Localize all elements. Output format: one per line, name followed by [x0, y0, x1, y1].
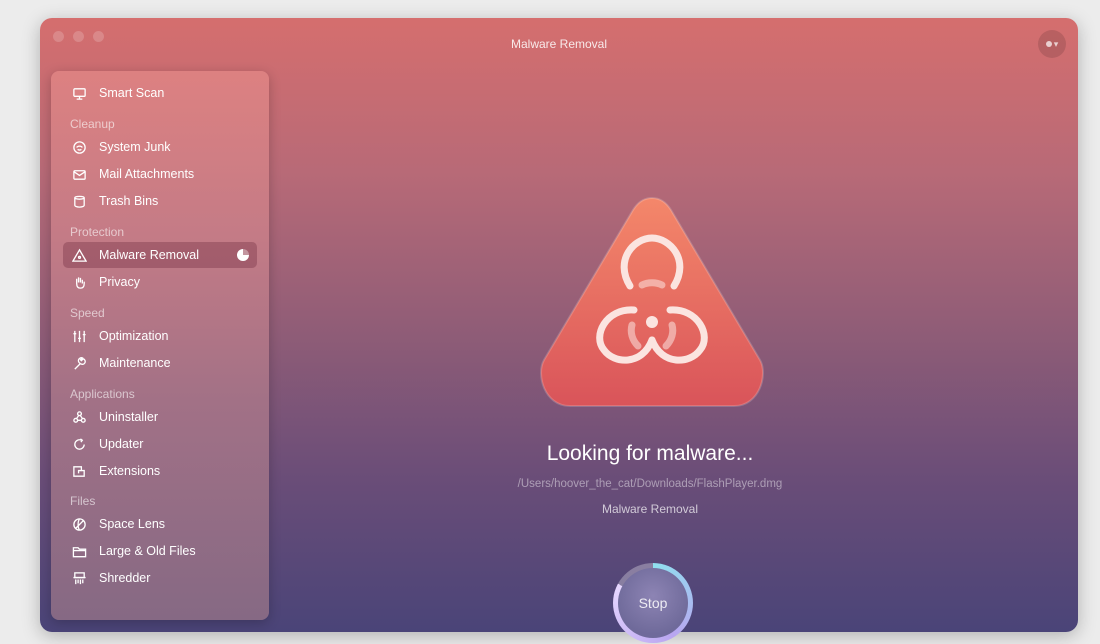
sidebar-item-malware-removal[interactable]: Malware Removal — [63, 242, 257, 268]
app-window: Malware Removal ▾ Looking for malware...… — [40, 18, 1078, 632]
sidebar-item-label: Large & Old Files — [99, 544, 196, 558]
sidebar: Smart Scan Cleanup System Junk Mail Atta… — [51, 71, 269, 620]
wrench-icon — [71, 355, 87, 371]
sidebar-item-trash-bins[interactable]: Trash Bins — [63, 188, 257, 214]
chevron-down-icon: ▾ — [1053, 38, 1059, 49]
lens-icon — [71, 516, 87, 532]
sliders-icon — [71, 328, 87, 344]
sidebar-item-space-lens[interactable]: Space Lens — [63, 511, 257, 537]
window-title: Malware Removal — [510, 37, 608, 51]
sidebar-item-updater[interactable]: Updater — [63, 431, 257, 457]
mail-icon — [71, 166, 87, 182]
sidebar-item-label: Mail Attachments — [99, 167, 195, 181]
sidebar-item-label: Maintenance — [99, 356, 171, 370]
shredder-icon — [71, 570, 87, 586]
sidebar-item-label: Optimization — [99, 329, 169, 343]
sidebar-item-label: Uninstaller — [99, 410, 159, 424]
sidebar-item-system-junk[interactable]: System Junk — [63, 134, 257, 160]
trash-icon — [71, 193, 87, 209]
monitor-icon — [71, 85, 87, 101]
sidebar-item-label: Space Lens — [99, 517, 166, 531]
sidebar-item-label: Trash Bins — [99, 194, 159, 208]
sidebar-item-mail-attachments[interactable]: Mail Attachments — [63, 161, 257, 187]
sidebar-item-shredder[interactable]: Shredder — [63, 565, 257, 591]
sidebar-item-smart-scan[interactable]: Smart Scan — [63, 80, 257, 106]
sidebar-item-extensions[interactable]: Extensions — [63, 458, 257, 484]
sidebar-item-maintenance[interactable]: Maintenance — [63, 350, 257, 376]
section-cleanup: Cleanup — [70, 117, 115, 131]
sidebar-item-label: Shredder — [99, 571, 151, 585]
folder-icon — [71, 543, 87, 559]
updater-icon — [71, 436, 87, 452]
section-files: Files — [70, 494, 96, 508]
module-name: Malware Removal — [601, 502, 699, 516]
uninstaller-icon — [71, 409, 87, 425]
sidebar-item-uninstaller[interactable]: Uninstaller — [63, 404, 257, 430]
scan-path: /Users/hoover_the_cat/Downloads/FlashPla… — [517, 478, 783, 490]
sidebar-item-privacy[interactable]: Privacy — [63, 269, 257, 295]
stop-button-wrapper: Stop — [613, 563, 693, 643]
sidebar-item-optimization[interactable]: Optimization — [63, 323, 257, 349]
biohazard-icon — [71, 247, 87, 263]
sidebar-item-large-old-files[interactable]: Large & Old Files — [63, 538, 257, 564]
assistant-button[interactable]: ▾ — [1038, 30, 1066, 58]
sidebar-item-label: Updater — [99, 437, 144, 451]
biohazard-icon — [540, 196, 764, 407]
section-applications: Applications — [70, 387, 135, 401]
assistant-dot-icon — [1045, 41, 1052, 47]
sidebar-item-label: System Junk — [99, 140, 171, 154]
status-title: Looking for malware... — [546, 442, 754, 465]
section-speed: Speed — [70, 306, 105, 320]
stop-button[interactable]: Stop — [618, 568, 688, 638]
sidebar-item-label: Privacy — [99, 275, 140, 289]
sidebar-item-label: Malware Removal — [99, 248, 200, 262]
junk-icon — [71, 139, 87, 155]
sidebar-item-label: Smart Scan — [99, 86, 165, 100]
section-protection: Protection — [70, 225, 125, 239]
extensions-icon — [71, 463, 87, 479]
hand-icon — [71, 274, 87, 290]
progress-pie-icon — [237, 249, 249, 261]
sidebar-item-label: Extensions — [99, 464, 161, 478]
